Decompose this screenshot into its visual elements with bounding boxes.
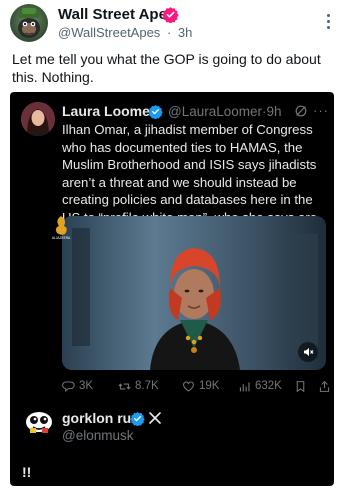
like-action: 19K <box>182 376 219 396</box>
author-name[interactable]: Wall Street Apes <box>58 6 175 23</box>
embedded-handle: @LauraLoomer <box>168 104 263 119</box>
meta-separator: · <box>166 25 172 40</box>
ape-avatar-icon <box>18 8 40 38</box>
verified-badge-icon <box>130 411 145 426</box>
like-count: 19K <box>199 380 220 392</box>
quoted-post-text: !! <box>22 464 32 480</box>
embedded-video <box>62 216 326 370</box>
embedded-screenshot: Laura Loomer @LauraLoomer·9h ··· Ilhan O… <box>10 92 334 486</box>
embedded-author-avatar <box>21 102 55 136</box>
post-header: Wall Street Apes @WallStreetApes · 3h <box>10 4 334 44</box>
embedded-author-meta: @LauraLoomer·9h <box>168 104 282 119</box>
repost-action: 8.7K <box>118 376 159 396</box>
post-time[interactable]: 3h <box>178 25 192 40</box>
author-handle[interactable]: @WallStreetApes <box>58 25 160 40</box>
embedded-time: 9h <box>266 104 282 119</box>
grok-icon <box>295 105 307 117</box>
repost-count: 8.7K <box>135 380 159 392</box>
video-frame-image <box>62 216 326 370</box>
bookmark-action <box>294 376 311 396</box>
embedded-more-icon: ··· <box>313 103 329 118</box>
views-chart-icon <box>239 381 250 391</box>
embedded-author-name: Laura Loomer <box>62 103 156 119</box>
badge-text: ALJAZEERA <box>52 236 71 240</box>
reply-icon <box>62 381 75 392</box>
quoted-author-avatar-icon <box>26 412 52 433</box>
aljazeera-logo-icon: ALJAZEERA <box>52 216 71 240</box>
x-logo-icon <box>149 412 161 424</box>
mute-toggle-icon <box>298 342 318 362</box>
reply-action: 3K <box>62 376 93 396</box>
more-options-icon[interactable] <box>324 14 332 34</box>
verified-badge-icon <box>148 104 163 119</box>
quoted-author-handle: @elonmusk <box>62 428 134 443</box>
reply-count: 3K <box>79 380 94 392</box>
heart-icon <box>183 381 194 392</box>
repost-icon <box>118 383 131 389</box>
share-action <box>318 376 334 396</box>
share-icon <box>319 380 330 392</box>
views-count: 632K <box>255 380 282 392</box>
post-text: Let me tell you what the GOP is going to… <box>12 51 321 85</box>
author-avatar[interactable] <box>10 4 48 42</box>
portrait-avatar-icon <box>21 102 55 136</box>
embedded-action-bar: 3K 8.7K 19K 632K <box>62 376 332 396</box>
author-meta: @WallStreetApes · 3h <box>58 25 195 40</box>
verified-badge-icon <box>162 7 179 23</box>
views-action: 632K <box>238 376 282 396</box>
bookmark-icon <box>296 380 305 392</box>
